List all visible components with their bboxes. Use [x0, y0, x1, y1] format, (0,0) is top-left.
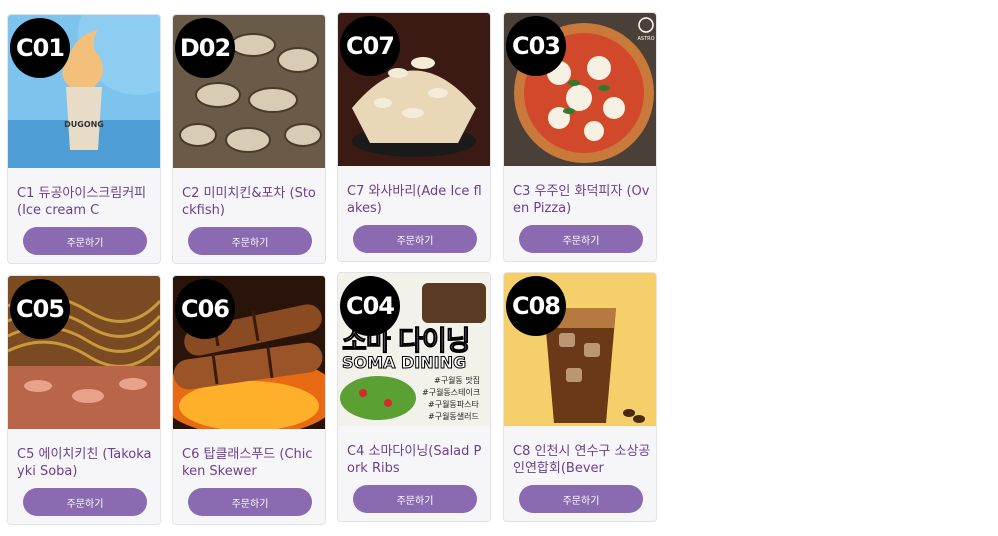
pizza-brand-text: ASTRO — [637, 36, 654, 42]
order-button[interactable]: 주문하기 — [353, 485, 477, 513]
product-card[interactable]: ASTRO C03 C3 우주인 화덕피자 (Oven Pizza) 주문하기 — [503, 12, 657, 262]
product-name[interactable]: C7 와사바리(Ade Ice flakes) — [347, 183, 485, 219]
product-card[interactable]: C07 C7 와사바리(Ade Ice flakes) 주문하기 — [337, 12, 491, 262]
product-name[interactable]: C4 소마다이닝(Salad Pork Ribs — [347, 443, 485, 479]
product-card[interactable]: C05 C5 에이치키친 (Takokayki Soba) 주문하기 — [7, 275, 161, 525]
product-card[interactable]: C06 C6 탑클래스푸드 (Chicken Skewer 주문하기 — [172, 275, 326, 525]
order-button[interactable]: 주문하기 — [23, 488, 147, 516]
product-code-badge: C06 — [175, 279, 235, 339]
order-button[interactable]: 주문하기 — [353, 225, 477, 253]
order-button[interactable]: 주문하기 — [188, 488, 312, 516]
product-name[interactable]: C2 미미치킨&포차 (Stockfish) — [182, 185, 320, 221]
product-card[interactable]: C08 C8 인천시 연수구 소상공인연합회(Bever 주문하기 — [503, 272, 657, 522]
order-button[interactable]: 주문하기 — [23, 227, 147, 255]
soma-tag: #구월동파스타 — [428, 400, 479, 409]
product-code-badge: C04 — [340, 276, 400, 336]
soma-subtitle: SOMA DINING — [341, 353, 467, 373]
product-code-badge: C05 — [10, 279, 70, 339]
product-card[interactable]: D02 C2 미미치킨&포차 (Stockfish) 주문하기 — [172, 14, 326, 264]
soma-tag: #구월동스테이크 — [422, 388, 481, 397]
product-code-badge: C08 — [506, 276, 566, 336]
order-button[interactable]: 주문하기 — [519, 485, 643, 513]
product-code-badge: C07 — [340, 16, 400, 76]
product-name[interactable]: C1 듀공아이스크림커피(Ice cream C — [17, 185, 155, 221]
order-button[interactable]: 주문하기 — [519, 225, 643, 253]
product-name[interactable]: C3 우주인 화덕피자 (Oven Pizza) — [513, 183, 651, 219]
order-button[interactable]: 주문하기 — [188, 227, 312, 255]
product-code-badge: C01 — [10, 18, 70, 78]
soma-tag: #구월동 맛집 — [434, 376, 481, 385]
product-name[interactable]: C5 에이치키친 (Takokayki Soba) — [17, 446, 155, 482]
cup-brand-text: DUGONG — [64, 120, 104, 129]
product-code-badge: C03 — [506, 16, 566, 76]
product-name[interactable]: C8 인천시 연수구 소상공인연합회(Bever — [513, 443, 651, 479]
product-card[interactable]: DUGONG C01 C1 듀공아이스크림커피(Ice cream C 주문하기 — [7, 14, 161, 264]
product-name[interactable]: C6 탑클래스푸드 (Chicken Skewer — [182, 446, 320, 482]
product-card[interactable]: 소마 다이닝 SOMA DINING #구월동 맛집 #구월동스테이크 #구월동… — [337, 272, 491, 522]
soma-tag: #구월동샐러드 — [428, 412, 479, 421]
product-code-badge: D02 — [175, 18, 235, 78]
